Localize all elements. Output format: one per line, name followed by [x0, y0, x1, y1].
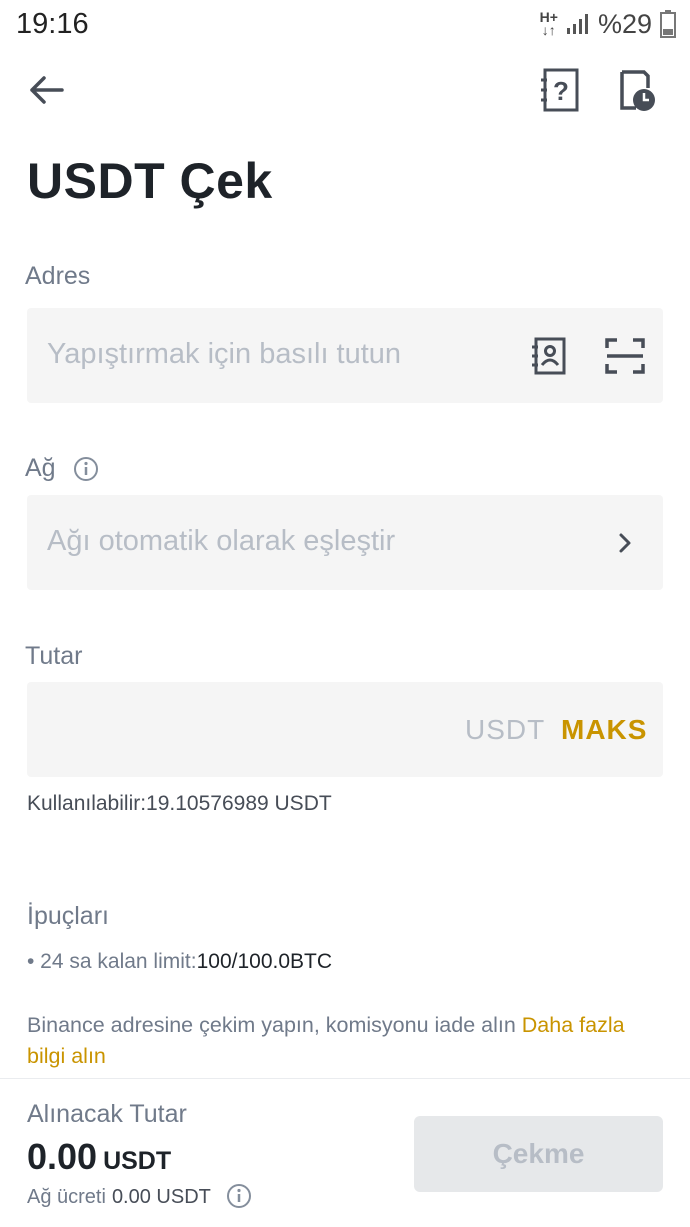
help-document-icon: ?	[541, 68, 579, 112]
receive-unit: USDT	[103, 1147, 172, 1175]
network-placeholder: Ağı otomatik olarak eşleştir	[47, 525, 396, 557]
amount-label: Tutar	[25, 642, 83, 670]
fee-value: 0.00 USDT	[111, 1186, 211, 1208]
status-time: 19:16	[16, 8, 89, 40]
back-button[interactable]	[24, 68, 68, 112]
address-book-button[interactable]	[529, 336, 569, 376]
info-icon[interactable]	[73, 456, 99, 482]
receive-amount: 0.00 USDT	[27, 1136, 172, 1177]
available-balance: Kullanılabilir:19.10576989 USDT	[27, 792, 332, 815]
promo-text: Binance adresine çekim yapın, komisyonu …	[27, 1013, 625, 1068]
top-bar: ?	[0, 60, 690, 120]
svg-text:?: ?	[553, 76, 569, 106]
help-button[interactable]: ?	[538, 66, 582, 114]
battery-icon	[660, 10, 676, 38]
footer-divider	[0, 1078, 690, 1079]
scan-icon	[605, 338, 645, 374]
history-icon	[620, 70, 655, 111]
network-fee: Ağ ücreti 0.00 USDT	[27, 1183, 252, 1209]
tips-title: İpuçları	[27, 902, 109, 930]
battery-percent: %29	[597, 8, 652, 39]
chevron-right-icon	[619, 533, 631, 553]
network-select[interactable]: Ağı otomatik olarak eşleştir	[27, 495, 663, 590]
status-bar: 19:16 H+ ↓↑ %29	[0, 0, 690, 48]
limit-value: 100/100.0BTC	[196, 950, 333, 973]
address-placeholder: Yapıştırmak için basılı tutun	[47, 338, 402, 370]
receive-amount-label: Alınacak Tutar	[27, 1100, 187, 1128]
address-input[interactable]: Yapıştırmak için basılı tutun	[27, 308, 663, 403]
page-title: USDT Çek	[27, 153, 273, 209]
scan-button[interactable]	[605, 338, 645, 374]
address-label: Adres	[25, 262, 91, 290]
status-indicators: H+ ↓↑ %29	[540, 8, 676, 40]
signal-icon	[566, 14, 588, 34]
network-label: Ağ	[25, 454, 99, 483]
amount-input[interactable]: USDT MAKS	[27, 682, 663, 777]
fee-info-icon[interactable]	[226, 1183, 252, 1209]
withdraw-button[interactable]: Çekme	[414, 1116, 663, 1192]
amount-unit: USDT	[465, 714, 546, 745]
history-button[interactable]	[614, 66, 658, 114]
max-button[interactable]: MAKS	[561, 714, 647, 746]
network-type-icon: H+ ↓↑	[539, 9, 558, 38]
arrow-left-icon	[30, 76, 64, 104]
limit-tip: • 24 sa kalan limit:100/100.0BTC	[27, 950, 333, 973]
address-book-icon	[532, 337, 566, 375]
